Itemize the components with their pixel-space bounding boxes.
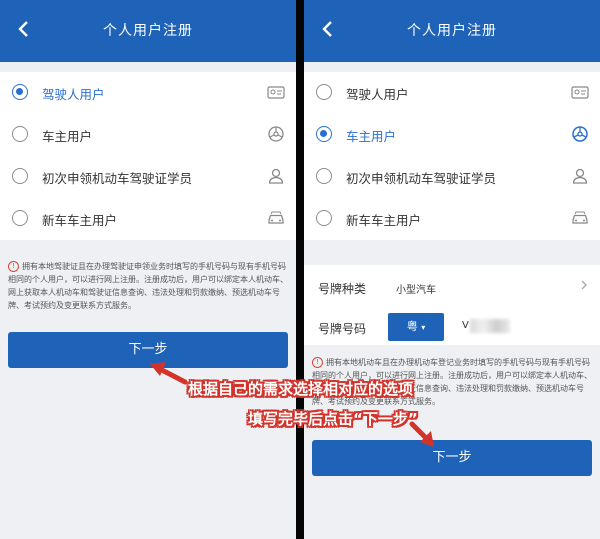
option-vehicle-owner[interactable]: 车主用户 (0, 114, 296, 156)
option-label: 初次申领机动车驾驶证学员 (346, 171, 497, 186)
option-label: 驾驶人用户 (346, 87, 409, 102)
plate-number-input[interactable]: V (462, 320, 469, 331)
option-new-car-owner[interactable]: 新车车主用户 (0, 198, 296, 240)
caret-down-icon: ▾ (421, 323, 426, 332)
radio-unselected[interactable] (12, 168, 28, 184)
notice-text: 拥有本地驾驶证且在办理驾驶证申领业务时填写的手机号码与现有手机号码相同的个人用户… (8, 262, 288, 310)
id-card-icon (571, 86, 589, 99)
registration-notice: ! 拥有本地驾驶证且在办理驾驶证申领业务时填写的手机号码与现有手机号码相同的个人用… (8, 260, 288, 312)
plate-number-row: 号牌号码 粤 ▾ V (304, 307, 600, 345)
next-step-button[interactable]: 下一步 (8, 332, 288, 368)
option-label: 新车车主用户 (42, 213, 118, 228)
car-icon (572, 211, 588, 224)
page-title: 个人用户注册 (407, 23, 497, 39)
steering-wheel-icon (268, 126, 284, 142)
person-icon (268, 168, 284, 184)
annotation-line-1: 根据自己的需求选择相对应的选项 (188, 380, 414, 398)
radio-selected[interactable] (12, 84, 28, 100)
annotation-line-2: 填写完毕后点击“下一步” (248, 410, 418, 428)
plate-type-value[interactable]: 小型汽车 (396, 281, 436, 296)
province-value: 粤 (406, 320, 418, 333)
plate-number-label: 号牌号码 (318, 322, 367, 336)
option-driver-user[interactable]: 驾驶人用户 (0, 72, 296, 114)
option-driver-user[interactable]: 驾驶人用户 (304, 72, 600, 114)
plate-form: 号牌种类 小型汽车 号牌号码 粤 ▾ V (304, 265, 600, 345)
radio-unselected[interactable] (316, 168, 332, 184)
radio-unselected[interactable] (316, 210, 332, 226)
warning-icon: ! (8, 261, 19, 272)
plate-type-row[interactable]: 号牌种类 小型汽车 (304, 267, 600, 305)
steering-wheel-icon (572, 126, 588, 142)
option-vehicle-owner[interactable]: 车主用户 (304, 114, 600, 156)
user-type-list: 驾驶人用户 车主用户 初次申领机动车驾驶证学员 新车车主用户 (304, 72, 600, 240)
left-phone-screen: 个人用户注册 驾驶人用户 车主用户 初次申领机动车驾驶证学员 新车车主用户 ! 拥… (0, 0, 296, 539)
right-phone-screen: 个人用户注册 驾驶人用户 车主用户 初次申领机动车驾驶证学员 新车车主用户 号牌… (304, 0, 600, 539)
id-card-icon (267, 86, 285, 99)
option-label: 驾驶人用户 (42, 87, 105, 102)
warning-icon: ! (312, 357, 323, 368)
province-select[interactable]: 粤 ▾ (388, 313, 444, 341)
screen-divider (296, 0, 304, 539)
user-type-list: 驾驶人用户 车主用户 初次申领机动车驾驶证学员 新车车主用户 (0, 72, 296, 240)
option-label: 新车车主用户 (346, 213, 422, 228)
plate-type-label: 号牌种类 (318, 282, 367, 296)
redacted-plate-digits (470, 319, 510, 333)
app-header: 个人用户注册 (0, 0, 296, 62)
person-icon (572, 168, 588, 184)
option-label: 初次申领机动车驾驶证学员 (42, 171, 193, 186)
option-label: 车主用户 (346, 129, 397, 144)
radio-unselected[interactable] (12, 126, 28, 142)
page-title: 个人用户注册 (103, 23, 193, 39)
radio-unselected[interactable] (316, 84, 332, 100)
option-new-learner[interactable]: 初次申领机动车驾驶证学员 (304, 156, 600, 198)
option-new-learner[interactable]: 初次申领机动车驾驶证学员 (0, 156, 296, 198)
car-icon (268, 211, 284, 224)
next-step-button[interactable]: 下一步 (312, 440, 592, 476)
option-new-car-owner[interactable]: 新车车主用户 (304, 198, 600, 240)
radio-unselected[interactable] (12, 210, 28, 226)
radio-selected[interactable] (316, 126, 332, 142)
app-header: 个人用户注册 (304, 0, 600, 62)
option-label: 车主用户 (42, 129, 93, 144)
chevron-right-icon (581, 280, 587, 290)
